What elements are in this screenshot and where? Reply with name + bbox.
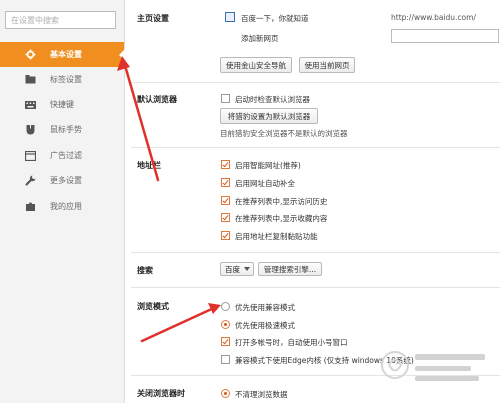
manage-search-engines-button[interactable]: 管理搜索引擎...: [258, 262, 322, 276]
sidebar-item-label: 快捷键: [50, 100, 74, 109]
settings-sidebar: 基本设置 标签设置 快捷键 鼠标手势 广告过滤 更多设置 我的应: [0, 0, 125, 403]
section-title-addressbar: 地址栏: [137, 161, 161, 170]
default-browser-status: 目前猎豹安全浏览器不是默认的浏览器: [220, 129, 348, 138]
sidebar-item-label: 基本设置: [50, 50, 82, 59]
check-default-browser-label: 启动时检查默认浏览器: [235, 95, 310, 104]
copy-paste-checkbox[interactable]: [221, 231, 230, 240]
sidebar-item-label: 我的应用: [50, 202, 82, 211]
no-clear-data-radio[interactable]: [221, 389, 230, 398]
set-default-browser-button[interactable]: 将猎豹设置为默认浏览器: [220, 108, 318, 124]
option-label: 打开多帐号时，自动使用小号窗口: [235, 338, 348, 347]
show-favorites-checkbox[interactable]: [221, 213, 230, 222]
filter-icon: [24, 150, 36, 162]
section-title-homepage: 主页设置: [137, 14, 169, 23]
chevron-down-icon: [244, 267, 250, 271]
add-new-page-link[interactable]: 添加新网页: [241, 33, 279, 44]
section-title-close-browser: 关闭浏览器时: [137, 389, 185, 398]
edge-kernel-checkbox[interactable]: [221, 355, 230, 364]
option-label: 在推荐列表中,显示访问历史: [235, 197, 328, 206]
homepage-icon: [225, 12, 235, 22]
puzzle-icon: [24, 201, 36, 213]
mouse-icon: [24, 124, 36, 136]
option-label: 启用地址栏复制黏贴功能: [235, 232, 318, 241]
sidebar-item-shortcuts[interactable]: 快捷键: [0, 92, 124, 117]
section-title-default-browser: 默认浏览器: [137, 95, 177, 104]
homepage-entry[interactable]: 百度一下，你就知道: [241, 13, 309, 24]
sidebar-item-label: 鼠标手势: [50, 125, 82, 134]
option-label: 启用智能网址(推荐): [235, 161, 301, 170]
divider: [131, 82, 500, 83]
sidebar-item-label: 标签设置: [50, 75, 82, 84]
sidebar-item-tab-settings[interactable]: 标签设置: [0, 67, 124, 92]
homepage-url-input[interactable]: [391, 29, 499, 43]
divider: [131, 287, 500, 288]
sidebar-item-label: 更多设置: [50, 176, 82, 185]
radio-label: 优先使用兼容模式: [235, 303, 295, 312]
sidebar-item-label: 广告过滤: [50, 151, 82, 160]
divider: [131, 147, 500, 148]
option-label: 启用网址自动补全: [235, 179, 295, 188]
sidebar-item-mouse-gestures[interactable]: 鼠标手势: [0, 117, 124, 142]
compat-mode-radio[interactable]: [221, 302, 230, 311]
divider: [131, 252, 500, 253]
url-autocomplete-checkbox[interactable]: [221, 178, 230, 187]
check-default-browser-checkbox[interactable]: [221, 94, 230, 103]
sidebar-item-ad-filter[interactable]: 广告过滤: [0, 143, 124, 168]
show-history-checkbox[interactable]: [221, 196, 230, 205]
sidebar-item-my-apps[interactable]: 我的应用: [0, 194, 124, 219]
gear-icon: [24, 49, 36, 61]
watermark-logo: [381, 351, 485, 381]
option-label: 在推荐列表中,显示收藏内容: [235, 214, 328, 223]
homepage-url: http://www.baidu.com/: [391, 13, 476, 22]
smart-url-checkbox[interactable]: [221, 160, 230, 169]
sidebar-item-more-settings[interactable]: 更多设置: [0, 168, 124, 193]
tab-icon: [24, 74, 36, 86]
radio-label: 优先使用极速模式: [235, 321, 295, 330]
wrench-icon: [24, 175, 36, 187]
radio-label: 不清理浏览数据: [235, 390, 288, 399]
keyboard-icon: [24, 99, 36, 111]
section-title-browse-mode: 浏览模式: [137, 302, 169, 311]
sidebar-item-basic-settings[interactable]: 基本设置: [0, 42, 125, 67]
settings-search-input[interactable]: [5, 11, 116, 29]
section-title-search: 搜索: [137, 266, 153, 275]
search-engine-value: 百度: [225, 264, 240, 274]
speed-mode-radio[interactable]: [221, 320, 230, 329]
multi-account-checkbox[interactable]: [221, 337, 230, 346]
search-engine-select[interactable]: 百度: [220, 262, 254, 276]
use-safe-nav-button[interactable]: 使用金山安全导航: [220, 57, 292, 73]
use-current-page-button[interactable]: 使用当前网页: [299, 57, 355, 73]
